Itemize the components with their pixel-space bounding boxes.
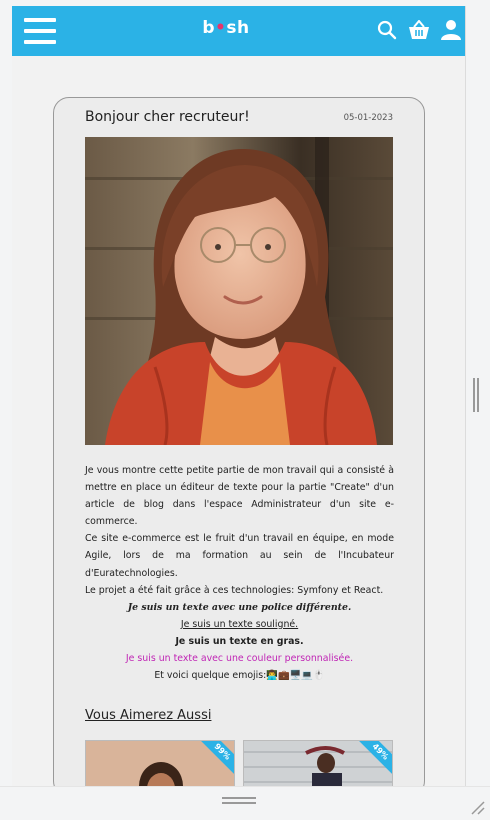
related-product-2[interactable]: 49% xyxy=(243,740,393,786)
article-title: Bonjour cher recruteur! xyxy=(85,109,250,125)
top-navbar: b•sh xyxy=(12,6,465,56)
bold-text: Je suis un texte en gras. xyxy=(175,635,304,647)
bottom-resize-grip[interactable] xyxy=(222,797,256,805)
user-icon[interactable] xyxy=(440,18,462,42)
article-card: Bonjour cher recruteur! 05-01-2023 Je vo… xyxy=(53,97,425,786)
fancy-text: Je suis un texte avec une police différe… xyxy=(127,601,352,613)
paragraph-3: Le projet a été fait grâce à ces technol… xyxy=(85,584,384,596)
emoji-line: Et voici quelque emojis:👨‍💻💼🖥️💻🖱️ xyxy=(154,670,325,682)
paragraph-2: Ce site e-commerce est le fruit d'un tra… xyxy=(85,533,394,579)
logo-dot: • xyxy=(215,18,227,38)
related-product-1[interactable]: 99% xyxy=(85,740,235,786)
basket-icon[interactable] xyxy=(408,18,430,42)
article-photo xyxy=(85,137,393,445)
paragraph-1: Je vous montre cette petite partie de mo… xyxy=(85,465,394,528)
logo-main: b xyxy=(202,18,216,38)
side-resize-handle[interactable] xyxy=(472,378,480,412)
resize-corner-icon[interactable] xyxy=(470,800,486,816)
logo-tail: sh xyxy=(226,18,250,38)
underlined-text: Je suis un texte souligné. xyxy=(180,618,299,630)
article-body: Je vous montre cette petite partie de mo… xyxy=(85,462,394,684)
article-date: 05-01-2023 xyxy=(343,113,393,123)
logo[interactable]: b•sh xyxy=(196,18,256,38)
related-heading[interactable]: Vous Aimerez Aussi xyxy=(85,708,211,723)
search-icon[interactable] xyxy=(376,18,398,42)
menu-icon[interactable] xyxy=(24,18,56,44)
colored-text: Je suis un texte avec une couleur person… xyxy=(125,653,354,665)
bottom-bar xyxy=(0,786,490,820)
app-frame: b•sh Bonjour cher recruteur! 05-01-2023 xyxy=(12,6,466,786)
